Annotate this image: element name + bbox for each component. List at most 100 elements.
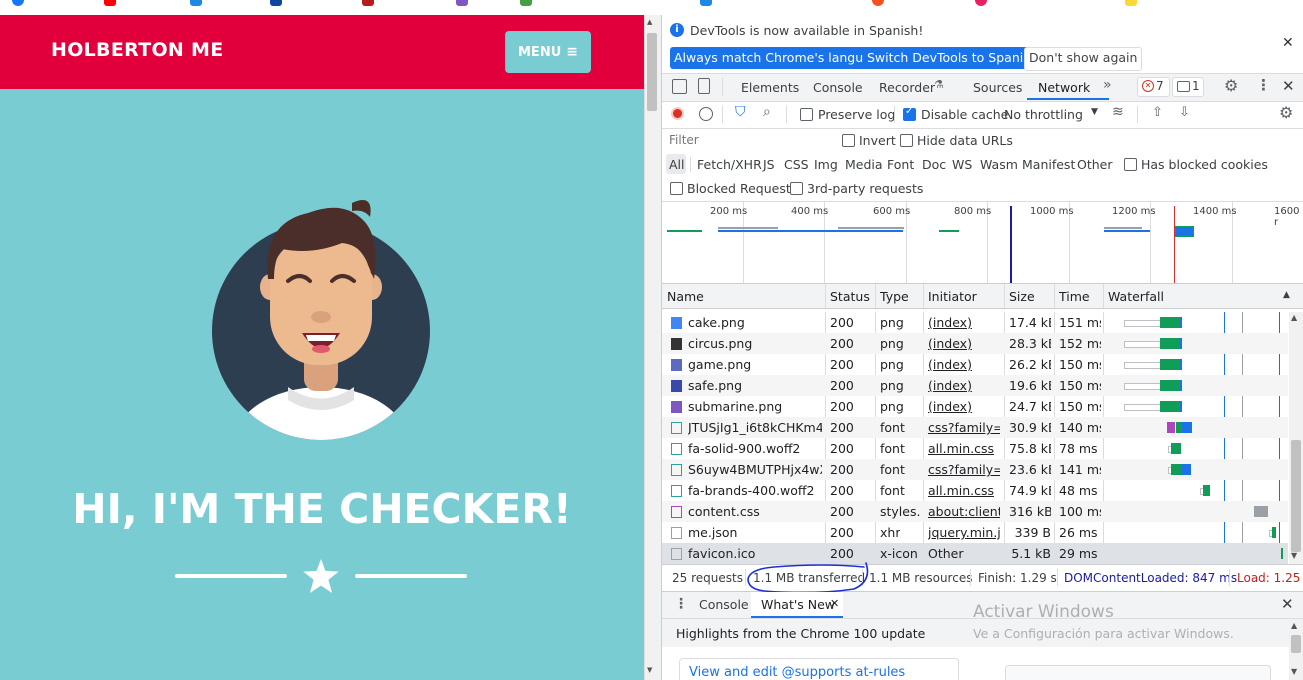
dont-show-again-button[interactable]: Don't show again xyxy=(1024,47,1143,71)
filter-media[interactable]: Media xyxy=(845,157,883,172)
bookmark-icon[interactable] xyxy=(700,0,712,6)
table-row[interactable]: S6uyw4BMUTPHjx4wX... 200 font css?family=..… xyxy=(662,459,1288,480)
bookmark-icon[interactable] xyxy=(456,0,468,6)
search-icon[interactable]: ⌕ xyxy=(763,104,771,120)
scroll-down-arrow-icon[interactable]: ▼ xyxy=(647,666,652,674)
drawer-tab-console[interactable]: Console xyxy=(699,597,749,612)
scroll-up-arrow-icon[interactable]: ▲ xyxy=(647,18,652,26)
filter-input[interactable] xyxy=(667,131,831,149)
hide-data-urls-checkbox[interactable] xyxy=(900,134,913,147)
drawer-menu-icon[interactable]: ⋮ xyxy=(674,596,688,612)
filter-funnel-icon[interactable]: ⛉ xyxy=(735,104,746,120)
bookmark-icon[interactable] xyxy=(520,0,532,6)
device-toolbar-icon[interactable] xyxy=(698,78,710,94)
facebook-icon[interactable] xyxy=(12,0,24,6)
table-row[interactable]: JTUSjIg1_i6t8kCHKm45... 200 font css?family… xyxy=(662,417,1288,438)
table-row[interactable]: me.json 200 xhr jquery.min.j... 339 B 26 ms xyxy=(662,522,1288,543)
request-initiator[interactable]: (index) xyxy=(928,378,972,393)
disable-cache-checkbox[interactable] xyxy=(903,106,916,121)
page-scrollbar[interactable] xyxy=(644,15,661,680)
request-initiator[interactable]: css?family=... xyxy=(928,420,1000,435)
page-scrollbar-thumb[interactable] xyxy=(647,33,657,111)
match-language-button[interactable]: Always match Chrome's language xyxy=(670,47,891,69)
tab-elements[interactable]: Elements xyxy=(741,80,799,95)
close-infobar-icon[interactable]: ✕ xyxy=(1282,35,1294,51)
filter-fetch-xhr[interactable]: Fetch/XHR xyxy=(697,157,762,172)
filter-img[interactable]: Img xyxy=(814,157,838,172)
request-initiator[interactable]: (index) xyxy=(928,315,972,330)
error-badge[interactable]: ✕ 7 xyxy=(1137,77,1170,97)
column-initiator[interactable]: Initiator xyxy=(928,289,977,304)
column-time[interactable]: Time xyxy=(1059,289,1090,304)
request-initiator[interactable]: all.min.css xyxy=(928,441,994,456)
folder-icon[interactable] xyxy=(1125,0,1137,6)
filter-doc[interactable]: Doc xyxy=(922,157,946,172)
tab-sources[interactable]: Sources xyxy=(973,80,1022,95)
inspect-element-icon[interactable] xyxy=(672,79,687,94)
throttling-select[interactable]: No throttling xyxy=(1004,107,1083,122)
record-icon[interactable] xyxy=(671,107,684,120)
blocked-requests-checkbox[interactable] xyxy=(670,182,683,195)
column-waterfall[interactable]: Waterfall xyxy=(1108,289,1164,304)
chevron-down-icon[interactable]: ▼ xyxy=(1091,107,1098,117)
table-row[interactable]: cake.png 200 png (index) 17.4 kB 151 ms xyxy=(662,312,1288,333)
tab-recorder[interactable]: Recorder xyxy=(879,80,935,95)
request-initiator[interactable]: (index) xyxy=(928,399,972,414)
supports-rules-link[interactable]: View and edit @supports at-rules xyxy=(689,665,905,680)
third-party-checkbox[interactable] xyxy=(790,182,803,195)
import-har-icon[interactable]: ⇧ xyxy=(1152,105,1163,120)
table-row[interactable]: submarine.png 200 png (index) 24.7 kB 150 ms xyxy=(662,396,1288,417)
youtube-icon[interactable] xyxy=(104,0,116,6)
scroll-down-arrow-icon[interactable]: ▼ xyxy=(1291,551,1297,560)
table-scrollbar-thumb[interactable] xyxy=(1291,440,1301,552)
filter-js[interactable]: JS xyxy=(763,157,775,172)
bookmark-icon[interactable] xyxy=(872,0,884,6)
preserve-log-checkbox[interactable] xyxy=(800,108,813,121)
bookmark-icon[interactable] xyxy=(975,0,987,6)
kebab-menu-icon[interactable]: ⋮ xyxy=(1256,76,1271,94)
bookmark-icon[interactable] xyxy=(362,0,374,6)
table-row[interactable]: safe.png 200 png (index) 19.6 kB 150 ms xyxy=(662,375,1288,396)
settings-gear-icon[interactable]: ⚙ xyxy=(1224,76,1238,95)
column-type[interactable]: Type xyxy=(880,289,909,304)
table-row[interactable]: circus.png 200 png (index) 28.3 kB 152 ms xyxy=(662,333,1288,354)
close-tab-icon[interactable]: ✕ xyxy=(830,597,839,610)
drawer-tab-whatsnew[interactable]: What's New xyxy=(761,597,835,612)
filter-ws[interactable]: WS xyxy=(952,157,972,172)
network-settings-icon[interactable]: ⚙ xyxy=(1279,103,1293,122)
column-status[interactable]: Status xyxy=(830,289,870,304)
column-size[interactable]: Size xyxy=(1009,289,1035,304)
whats-new-card[interactable]: View and edit @supports at-rules xyxy=(679,658,959,680)
table-row[interactable]: fa-brands-400.woff2 200 font all.min.css 74.… xyxy=(662,480,1288,501)
drawer-scrollbar-thumb[interactable] xyxy=(1291,635,1301,653)
scroll-up-arrow-icon[interactable]: ▲ xyxy=(1291,313,1297,322)
sort-arrow-icon[interactable]: ▲ xyxy=(1283,290,1290,300)
column-name[interactable]: Name xyxy=(667,289,704,304)
bookmark-icon[interactable] xyxy=(270,0,282,6)
filter-all[interactable]: All xyxy=(669,157,685,172)
message-badge[interactable]: 1 xyxy=(1172,77,1204,97)
request-initiator[interactable]: (index) xyxy=(928,357,972,372)
switch-spanish-button[interactable]: Switch DevTools to Spanish xyxy=(863,47,1042,69)
export-har-icon[interactable]: ⇩ xyxy=(1179,105,1190,120)
close-drawer-icon[interactable]: ✕ xyxy=(1281,595,1294,613)
overview-timeline[interactable]: 200 ms 400 ms 600 ms 800 ms 1000 ms 1200… xyxy=(662,201,1303,284)
table-row[interactable]: game.png 200 png (index) 26.2 kB 150 ms xyxy=(662,354,1288,375)
tab-network[interactable]: Network xyxy=(1038,80,1090,95)
request-initiator[interactable]: all.min.css xyxy=(928,483,994,498)
close-devtools-icon[interactable]: ✕ xyxy=(1282,77,1295,95)
more-tabs-icon[interactable]: » xyxy=(1103,77,1112,93)
bookmark-icon[interactable] xyxy=(190,0,202,6)
request-initiator[interactable]: jquery.min.j... xyxy=(928,525,1000,540)
scroll-up-arrow-icon[interactable]: ▲ xyxy=(1291,621,1297,630)
menu-button[interactable]: MENU ≡ xyxy=(505,31,591,73)
invert-checkbox[interactable] xyxy=(842,134,855,147)
scroll-down-arrow-icon[interactable]: ▼ xyxy=(1291,667,1297,676)
network-conditions-icon[interactable]: ≋ xyxy=(1112,104,1124,120)
table-row[interactable]: content.css 200 styles... about:client... 31… xyxy=(662,501,1288,522)
has-blocked-cookies-checkbox[interactable] xyxy=(1124,158,1137,171)
request-initiator[interactable]: about:client... xyxy=(928,504,1000,519)
clear-icon[interactable] xyxy=(699,107,713,121)
filter-other[interactable]: Other xyxy=(1077,157,1113,172)
filter-font[interactable]: Font xyxy=(887,157,914,172)
